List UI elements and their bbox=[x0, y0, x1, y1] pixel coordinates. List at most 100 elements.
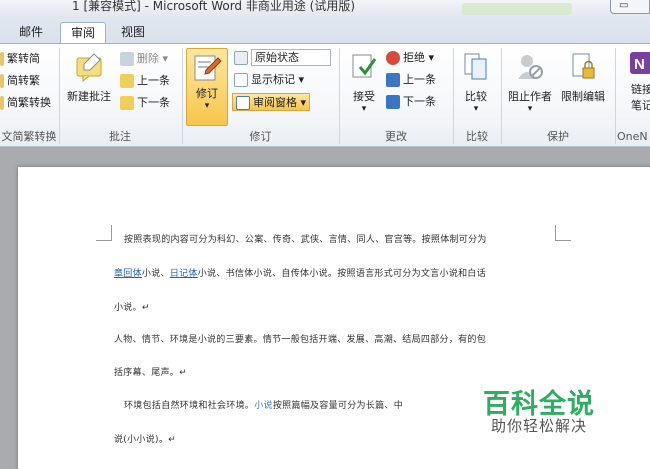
group-label-tracking: 修订 bbox=[249, 130, 272, 143]
previous-change-button[interactable]: 上一条 bbox=[386, 71, 436, 89]
display-for-review-select[interactable]: 原始状态 bbox=[234, 49, 331, 67]
chevron-down-icon: ▾ bbox=[361, 104, 367, 114]
document-text: 按照表现的内容可分为科幻、公案、传奇、武侠、言情、同人、官宫等。按照体制可分为 bbox=[124, 235, 487, 245]
title-bar: 1 [兼容模式] - Microsoft Word 非商业用途 (试用版) ▭ bbox=[0, 0, 650, 18]
block-authors-button[interactable]: 阻止作者 ▾ bbox=[504, 52, 556, 114]
block-authors-icon bbox=[518, 55, 543, 79]
ribbon-tabs: 邮件 审阅 视图 bbox=[0, 18, 650, 44]
document-line[interactable]: 环境包括自然环境和社会环境。小说按照篇幅及容量可分为长篇、中 bbox=[124, 398, 403, 411]
group-label-comments: 批注 bbox=[109, 130, 131, 143]
delete-comment-icon bbox=[120, 52, 134, 66]
document-text: 小说、 bbox=[141, 269, 170, 279]
compare-button[interactable]: 比较 ▾ bbox=[458, 52, 494, 114]
new-comment-button[interactable]: 新建批注 bbox=[63, 52, 115, 104]
blurred-region bbox=[462, 3, 572, 15]
next-change-icon bbox=[386, 95, 400, 109]
document-line[interactable]: 说(小小说)。↵ bbox=[114, 432, 176, 445]
crop-mark-left bbox=[96, 225, 112, 241]
next-comment-label: 下一条 bbox=[137, 96, 170, 109]
accept-icon bbox=[352, 54, 377, 78]
group-separator bbox=[615, 48, 616, 144]
compare-label: 比较 bbox=[465, 90, 487, 103]
delete-comment-label: 删除 bbox=[137, 52, 159, 65]
reject-button[interactable]: 拒绝 ▾ bbox=[386, 49, 434, 67]
restrict-editing-label: 限制编辑 bbox=[561, 90, 605, 103]
block-authors-label: 阻止作者 bbox=[508, 90, 552, 103]
document-hyperlink[interactable]: 日记体 bbox=[170, 269, 198, 279]
document-text: 环境包括自然环境和社会环境。 bbox=[124, 401, 255, 411]
simplified-to-traditional-label: 简转繁 bbox=[7, 74, 40, 87]
linked-notes-button[interactable]: N 链接 笔记 bbox=[620, 50, 650, 113]
chinese-conversion-label: 简繁转换 bbox=[7, 96, 51, 109]
next-change-label: 下一条 bbox=[403, 95, 436, 108]
new-comment-label: 新建批注 bbox=[67, 90, 111, 103]
watermark-subtitle: 助你轻松解决 bbox=[491, 417, 588, 435]
restore-window-button[interactable]: ▭ bbox=[610, 0, 650, 14]
document-text: 小说。↵ bbox=[114, 303, 150, 313]
accept-button[interactable]: 接受 ▾ bbox=[344, 52, 384, 114]
next-change-button[interactable]: 下一条 bbox=[386, 93, 436, 111]
previous-change-icon bbox=[386, 73, 400, 87]
document-highlighted-text: 小说 bbox=[254, 401, 273, 411]
svg-text:N: N bbox=[634, 56, 645, 73]
compare-icon bbox=[464, 53, 487, 80]
document-text: 说(小小说)。↵ bbox=[114, 435, 176, 445]
display-review-icon bbox=[234, 51, 248, 65]
document-line[interactable]: 括序幕、尾声。↵ bbox=[114, 365, 187, 378]
group-label-onenote: OneN bbox=[617, 130, 648, 143]
crop-mark-right bbox=[555, 225, 571, 241]
document-line[interactable]: 章回体小说、日记体小说、书信体小说、自传体小说。按照语言形式可分为文言小说和白话 bbox=[114, 266, 486, 279]
linked-notes-label-1: 链接 bbox=[631, 83, 650, 96]
onenote-icon: N bbox=[630, 52, 650, 74]
restrict-editing-button[interactable]: 限制编辑 bbox=[558, 52, 608, 104]
document-text: 括序幕、尾声。↵ bbox=[114, 368, 187, 378]
show-markup-button[interactable]: 显示标记 ▾ bbox=[234, 71, 304, 89]
group-label-protect: 保护 bbox=[547, 130, 569, 143]
simplified-to-traditional-button[interactable]: 简转繁 bbox=[0, 72, 40, 90]
delete-comment-button[interactable]: 删除 ▾ bbox=[120, 50, 168, 68]
previous-change-label: 上一条 bbox=[403, 73, 436, 86]
document-text: 小说、书信体小说、自传体小说。按照语言形式可分为文言小说和白话 bbox=[197, 269, 487, 279]
convert-icon bbox=[0, 74, 4, 88]
traditional-to-simplified-label: 繁转简 bbox=[7, 52, 40, 65]
group-label-chinese-conversion: 文简繁转换 bbox=[1, 130, 57, 143]
document-text: 人物、情节、环境是小说的三要素。情节一般包括开端、发展、高潮、结局四部分，有的包 bbox=[114, 335, 487, 345]
chevron-down-icon: ▾ bbox=[204, 101, 210, 111]
group-label-changes: 更改 bbox=[385, 130, 407, 143]
chevron-down-icon: ▾ bbox=[527, 104, 533, 114]
previous-comment-button[interactable]: 上一条 bbox=[120, 72, 170, 90]
tab-view[interactable]: 视图 bbox=[110, 22, 156, 44]
previous-comment-label: 上一条 bbox=[137, 74, 170, 87]
display-mode-value: 原始状态 bbox=[251, 49, 331, 66]
chevron-down-icon: ▾ bbox=[473, 104, 479, 114]
restrict-editing-icon bbox=[572, 53, 595, 79]
reviewing-pane-button[interactable]: 审阅窗格 ▾ bbox=[232, 93, 311, 111]
tab-mailings[interactable]: 邮件 bbox=[8, 22, 54, 44]
document-line[interactable]: 按照表现的内容可分为科幻、公案、传奇、武侠、言情、同人、官宫等。按照体制可分为 bbox=[124, 232, 487, 245]
ribbon: 繁转简 简转繁 简繁转换 文简繁转换 新建批注 删除 ▾ 上一条 下一条 批注 … bbox=[0, 43, 650, 147]
window-title: 1 [兼容模式] - Microsoft Word 非商业用途 (试用版) bbox=[72, 0, 356, 13]
reject-icon bbox=[386, 51, 400, 65]
traditional-to-simplified-button[interactable]: 繁转简 bbox=[0, 50, 40, 68]
next-comment-icon bbox=[120, 96, 134, 110]
document-line[interactable]: 人物、情节、环境是小说的三要素。情节一般包括开端、发展、高潮、结局四部分，有的包 bbox=[114, 332, 486, 345]
linked-notes-label-2: 笔记 bbox=[631, 99, 650, 112]
group-label-compare: 比较 bbox=[466, 130, 488, 143]
document-text: 按照篇幅及容量可分为长篇、中 bbox=[272, 401, 404, 411]
new-comment-icon bbox=[76, 53, 102, 82]
track-changes-label: 修订 bbox=[196, 87, 218, 100]
document-line[interactable]: 小说。↵ bbox=[114, 300, 150, 313]
tab-review[interactable]: 审阅 bbox=[60, 22, 106, 44]
show-markup-icon bbox=[234, 73, 248, 87]
show-markup-label: 显示标记 bbox=[251, 73, 295, 86]
previous-comment-icon bbox=[120, 74, 134, 88]
chinese-conversion-button[interactable]: 简繁转换 bbox=[0, 94, 51, 112]
reject-label: 拒绝 bbox=[403, 51, 425, 64]
track-changes-button[interactable]: 修订 ▾ bbox=[186, 48, 228, 126]
reviewing-pane-label: 审阅窗格 bbox=[253, 96, 297, 109]
next-comment-button[interactable]: 下一条 bbox=[120, 94, 170, 112]
convert-icon bbox=[0, 96, 4, 110]
document-hyperlink[interactable]: 章回体 bbox=[114, 269, 142, 279]
reviewing-pane-icon bbox=[236, 96, 250, 110]
convert-icon bbox=[0, 52, 4, 66]
